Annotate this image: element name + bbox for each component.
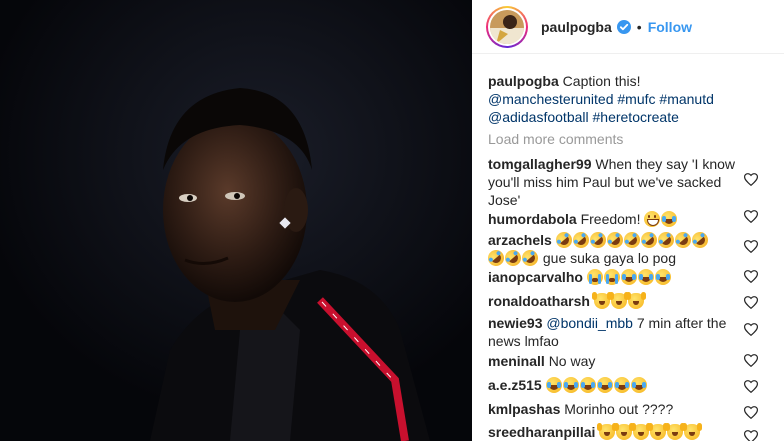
joy-emoji-icon	[630, 377, 647, 393]
raise-emoji-icon	[665, 423, 684, 440]
avatar[interactable]	[486, 5, 528, 48]
comment-item: arzachels gue suka gaya lo pog	[484, 228, 738, 270]
like-comment-heart-icon[interactable]	[744, 210, 758, 223]
like-comment-heart-icon[interactable]	[744, 406, 758, 419]
comments-section: paulpogba Caption this! @manchesterunite…	[488, 72, 758, 148]
comment-text: No way	[548, 353, 596, 369]
avatar-image	[490, 9, 524, 44]
like-comment-heart-icon[interactable]	[744, 430, 758, 441]
joy-emoji-icon	[620, 269, 637, 285]
photo-image	[0, 0, 472, 441]
comment-mention[interactable]: @bondii_mbb	[546, 315, 633, 331]
rofl-emoji-icon	[688, 228, 711, 252]
comment-username[interactable]: sreedharanpillai	[488, 424, 595, 440]
joy-emoji-icon	[613, 377, 630, 393]
like-comment-heart-icon[interactable]	[744, 380, 758, 393]
joy-emoji-icon	[637, 269, 654, 285]
follow-button[interactable]: Follow	[648, 19, 692, 35]
comment-item: sreedharanpillai	[488, 423, 738, 441]
comment-item: tomgallagher99 When they say 'I know you…	[488, 155, 738, 209]
caption-tags-line2[interactable]: @adidasfootball #heretocreate	[488, 109, 679, 125]
post-side-panel: paulpogba • Follow paulpogba Caption thi…	[472, 0, 784, 441]
comment-item: kmlpashas Morinho out ????	[488, 400, 738, 418]
post-caption: paulpogba Caption this! @manchesterunite…	[488, 72, 758, 126]
like-comment-heart-icon[interactable]	[744, 173, 758, 186]
post-photo[interactable]	[0, 0, 472, 441]
sob-emoji-icon	[586, 269, 603, 285]
comment-username[interactable]: ianopcarvalho	[488, 269, 583, 285]
raise-emoji-icon	[597, 423, 616, 440]
like-comment-heart-icon[interactable]	[744, 240, 758, 253]
caption-text: Caption this!	[562, 73, 641, 89]
joy-emoji-icon	[661, 211, 678, 227]
comment-username[interactable]: a.e.z515	[488, 377, 542, 393]
raise-emoji-icon	[631, 423, 650, 440]
comment-text: Freedom!	[580, 211, 641, 227]
joy-emoji-icon	[654, 269, 671, 285]
comment-item: ianopcarvalho	[488, 268, 738, 286]
comment-text: gue suka gaya lo pog	[542, 250, 676, 266]
comment-item: meninall No way	[488, 352, 738, 370]
comment-item: newie93 @bondii_mbb 7 min after the news…	[488, 314, 738, 350]
comment-text: Morinho out ????	[564, 401, 674, 417]
raise-emoji-icon	[648, 423, 667, 440]
comment-item: a.e.z515	[488, 376, 738, 394]
comment-item: ronaldoatharsh	[488, 292, 738, 310]
comment-username[interactable]: kmlpashas	[488, 401, 560, 417]
like-comment-heart-icon[interactable]	[744, 354, 758, 367]
rofl-emoji-icon	[518, 246, 542, 270]
comment-item: humordabola Freedom!	[488, 210, 738, 228]
comment-username[interactable]: arzachels	[488, 232, 552, 248]
caption-username[interactable]: paulpogba	[488, 73, 559, 89]
comment-username[interactable]: humordabola	[488, 211, 577, 227]
joy-emoji-icon	[562, 377, 579, 393]
header-separator: •	[636, 18, 642, 35]
header-username[interactable]: paulpogba	[541, 19, 612, 35]
sob-emoji-icon	[603, 269, 620, 285]
verified-badge-icon	[616, 19, 631, 34]
like-comment-heart-icon[interactable]	[744, 270, 758, 283]
comment-username[interactable]: tomgallagher99	[488, 156, 591, 172]
raise-emoji-icon	[625, 292, 644, 309]
grin-emoji-icon	[644, 211, 661, 227]
caption-tags-line1[interactable]: @manchesterunited #mufc #manutd	[488, 91, 714, 107]
load-more-comments-button[interactable]: Load more comments	[488, 130, 758, 148]
raise-emoji-icon	[591, 292, 610, 309]
like-comment-heart-icon[interactable]	[744, 323, 758, 336]
comment-username[interactable]: newie93	[488, 315, 542, 331]
post-header: paulpogba • Follow	[472, 0, 784, 54]
joy-emoji-icon	[579, 377, 596, 393]
raise-emoji-icon	[608, 292, 627, 309]
comment-username[interactable]: ronaldoatharsh	[488, 293, 590, 309]
joy-emoji-icon	[596, 377, 613, 393]
comment-username[interactable]: meninall	[488, 353, 545, 369]
raise-emoji-icon	[614, 423, 633, 440]
like-comment-heart-icon[interactable]	[744, 296, 758, 309]
raise-emoji-icon	[682, 423, 701, 440]
joy-emoji-icon	[545, 377, 562, 393]
